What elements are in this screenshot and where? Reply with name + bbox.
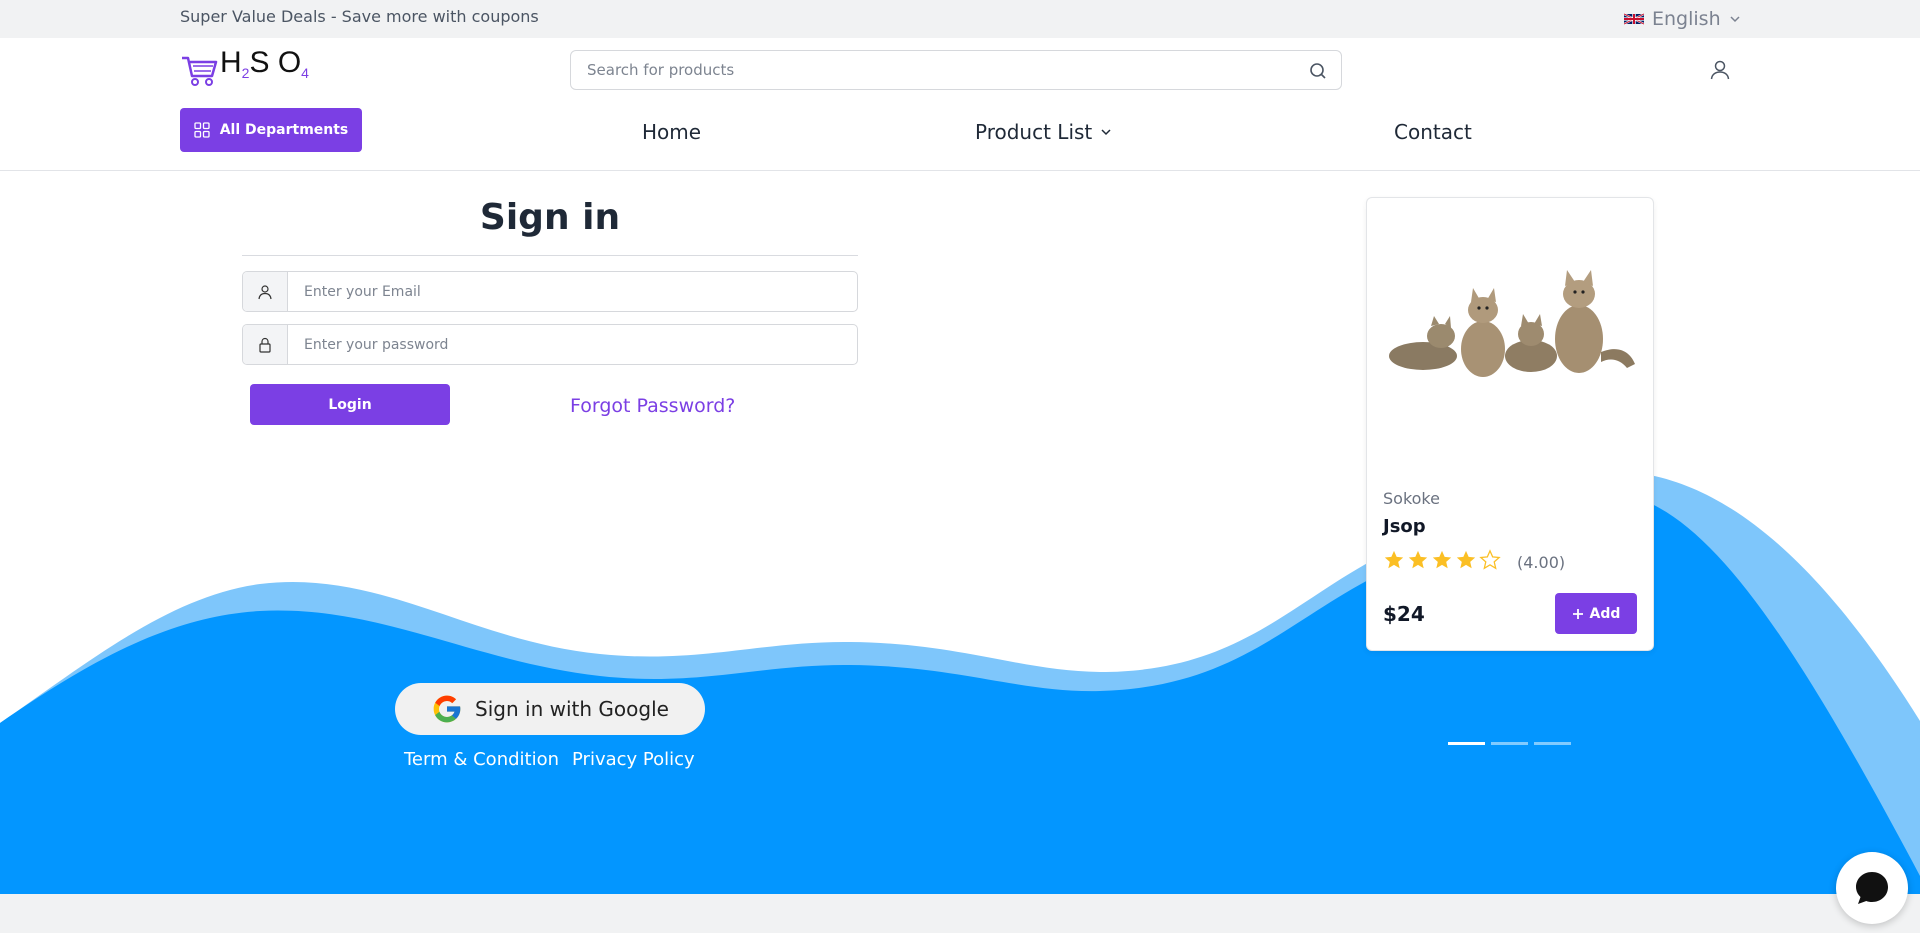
- email-input[interactable]: [304, 272, 844, 311]
- nav-home-label: Home: [642, 120, 702, 144]
- product-card[interactable]: Sokoke Jsop (4.00) $24 Add: [1366, 197, 1654, 651]
- google-signin-label: Sign in with Google: [475, 697, 669, 721]
- nav-product-list-label: Product List: [975, 120, 1093, 144]
- search-input[interactable]: [587, 51, 1287, 89]
- top-bar: Super Value Deals - Save more with coupo…: [0, 0, 1920, 38]
- chat-widget-button[interactable]: [1836, 852, 1908, 924]
- all-departments-label: All Departments: [219, 122, 349, 138]
- product-name[interactable]: Jsop: [1383, 516, 1426, 537]
- language-selector[interactable]: English: [1624, 8, 1741, 30]
- chevron-down-icon: [1730, 16, 1740, 23]
- uk-flag-icon: [1624, 13, 1644, 25]
- privacy-link[interactable]: Privacy Policy: [572, 749, 695, 770]
- rating-text: (4.00): [1517, 553, 1566, 572]
- all-departments-button[interactable]: All Departments: [180, 108, 362, 152]
- product-image: [1383, 244, 1639, 394]
- password-field: [242, 324, 858, 365]
- logo-text: H2S O4: [220, 46, 309, 82]
- google-icon: [433, 695, 461, 723]
- language-label: English: [1652, 8, 1721, 30]
- lock-icon: [259, 337, 271, 353]
- product-price: $24: [1383, 602, 1425, 626]
- site-logo[interactable]: H2S O4: [180, 48, 309, 88]
- add-to-cart-button[interactable]: Add: [1555, 593, 1637, 634]
- nav-product-list[interactable]: Product List: [975, 120, 1112, 144]
- nav-contact[interactable]: Contact: [1394, 120, 1472, 144]
- star-filled-icon: [1432, 550, 1452, 569]
- email-field: [242, 271, 858, 312]
- password-input[interactable]: [304, 325, 844, 364]
- search-icon[interactable]: [1309, 62, 1327, 80]
- promo-text: Super Value Deals - Save more with coupo…: [180, 7, 539, 26]
- nav-contact-label: Contact: [1394, 120, 1472, 144]
- user-icon[interactable]: [1708, 58, 1732, 82]
- terms-link[interactable]: Term & Condition: [404, 749, 559, 770]
- chat-bubble-icon: [1856, 872, 1888, 904]
- google-signin-button[interactable]: Sign in with Google: [395, 683, 705, 735]
- chevron-down-icon: [1101, 129, 1111, 136]
- search-box: [570, 50, 1342, 90]
- password-addon: [243, 325, 288, 364]
- star-empty-icon: [1479, 549, 1501, 570]
- star-filled-icon: [1384, 550, 1404, 569]
- site-header: H2S O4 All Departments Home Product List…: [0, 38, 1920, 171]
- email-addon: [243, 272, 288, 311]
- carousel-indicators: [1448, 742, 1571, 745]
- title-divider: [242, 255, 858, 256]
- login-button[interactable]: Login: [250, 384, 450, 425]
- signin-title: Sign in: [479, 197, 621, 238]
- add-label: Add: [1589, 605, 1621, 622]
- nav-home[interactable]: Home: [642, 120, 701, 144]
- forgot-password-link[interactable]: Forgot Password?: [570, 395, 735, 417]
- plus-icon: [1572, 608, 1583, 619]
- carousel-dot[interactable]: [1491, 742, 1528, 745]
- star-filled-icon: [1408, 550, 1428, 569]
- carousel-dot[interactable]: [1448, 742, 1485, 745]
- cart-logo-icon: [182, 56, 218, 86]
- carousel-dot[interactable]: [1534, 742, 1571, 745]
- product-brand: Sokoke: [1383, 489, 1440, 508]
- star-rating: [1383, 549, 1501, 571]
- user-icon: [258, 284, 272, 299]
- star-filled-icon: [1456, 550, 1476, 569]
- grid-icon: [194, 122, 210, 138]
- main-content: Sign in Login Forgot Password? Sign in w…: [0, 171, 1920, 894]
